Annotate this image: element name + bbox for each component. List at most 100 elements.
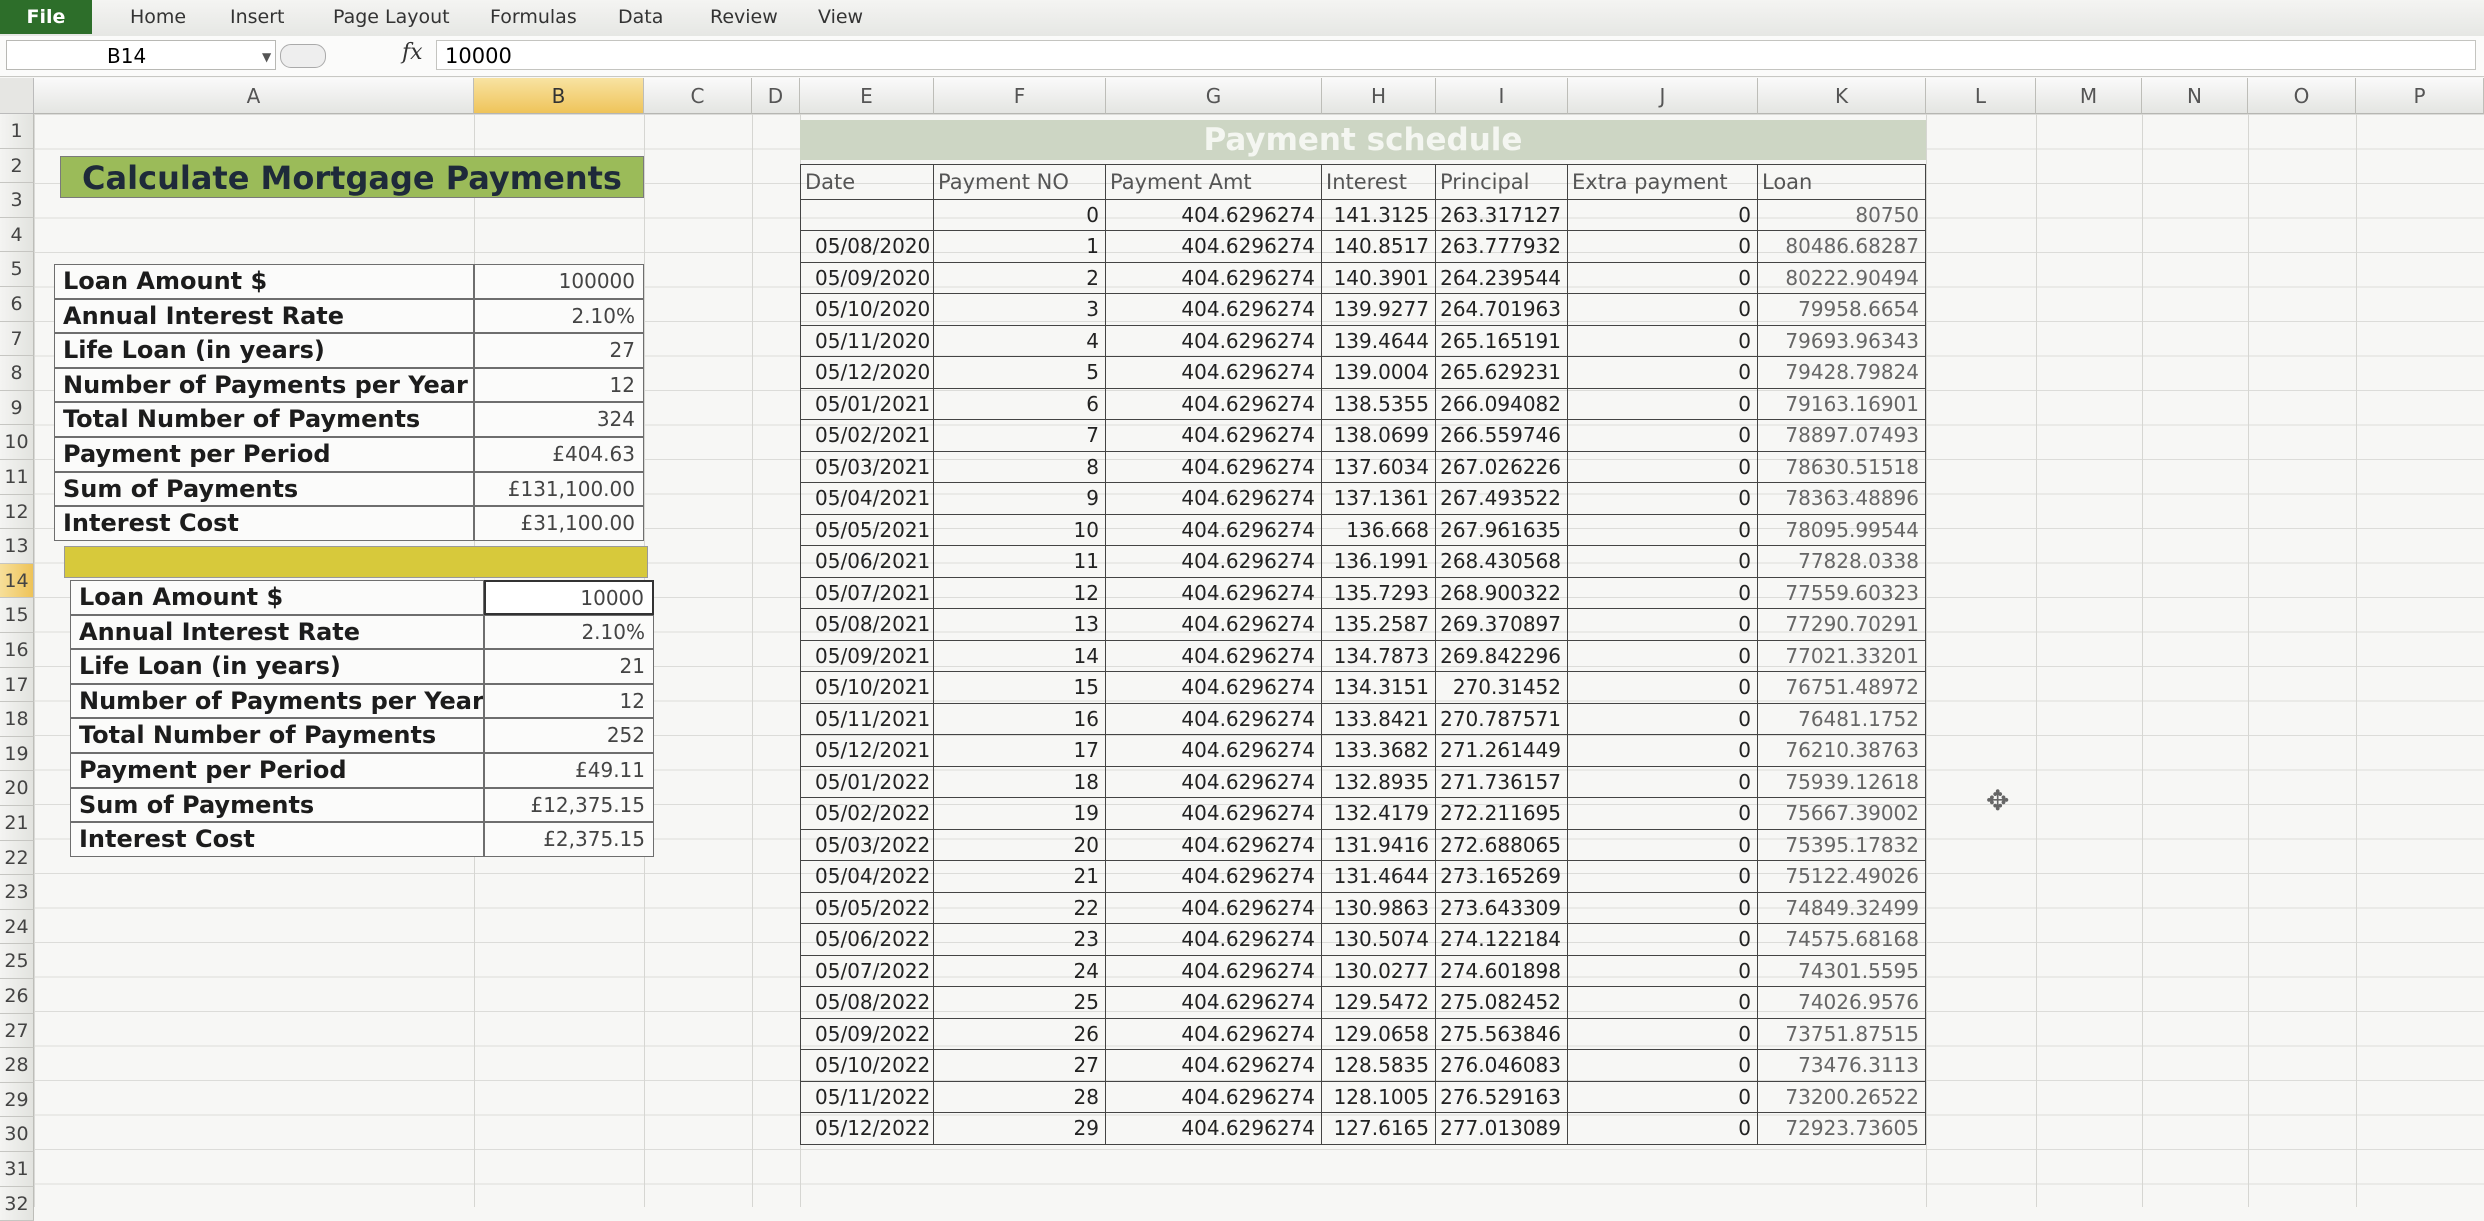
block2-label[interactable]: Annual Interest Rate [70,614,484,650]
cell-interest[interactable]: 131.4644 [1322,861,1436,893]
cell-date[interactable]: 05/06/2021 [800,546,934,578]
cell-payment-no[interactable]: 19 [934,798,1106,830]
col-header-a[interactable]: A [34,78,474,114]
header-interest[interactable]: Interest [1322,164,1436,200]
block1-label[interactable]: Life Loan (in years) [54,333,474,368]
cell-extra-payment[interactable]: 0 [1568,451,1758,483]
cell-principal[interactable]: 268.430568 [1436,546,1568,578]
cell-principal[interactable]: 273.165269 [1436,861,1568,893]
cell-extra-payment[interactable]: 0 [1568,955,1758,987]
cell-extra-payment[interactable]: 0 [1568,199,1758,231]
cell-extra-payment[interactable]: 0 [1568,1113,1758,1145]
cell-payment-amt[interactable]: 404.6296274 [1106,514,1322,546]
cell-extra-payment[interactable]: 0 [1568,483,1758,515]
cell-date[interactable]: 05/09/2020 [800,262,934,294]
cell-principal[interactable]: 273.643309 [1436,892,1568,924]
row-header-1[interactable]: 1 [0,114,34,149]
col-header-c[interactable]: C [644,78,752,114]
cell-date[interactable]: 05/07/2021 [800,577,934,609]
cell-interest[interactable]: 135.7293 [1322,577,1436,609]
cell-payment-amt[interactable]: 404.6296274 [1106,609,1322,641]
cell-loan[interactable]: 80750 [1758,199,1926,231]
row-header-3[interactable]: 3 [0,183,34,218]
cell-principal[interactable]: 277.013089 [1436,1113,1568,1145]
cell-payment-no[interactable]: 24 [934,955,1106,987]
cell-date[interactable]: 05/01/2022 [800,766,934,798]
cell-extra-payment[interactable]: 0 [1568,924,1758,956]
block1-label[interactable]: Loan Amount $ [54,264,474,299]
row-header-2[interactable]: 2 [0,148,34,184]
cell-payment-amt[interactable]: 404.6296274 [1106,199,1322,231]
cell-loan[interactable]: 77559.60323 [1758,577,1926,609]
cell-interest[interactable]: 133.3682 [1322,735,1436,767]
cell-date[interactable]: 05/05/2021 [800,514,934,546]
cell-loan[interactable]: 80486.68287 [1758,231,1926,263]
header-date[interactable]: Date [800,164,934,200]
col-header-h[interactable]: H [1322,78,1436,114]
tab-review[interactable]: Review [710,0,778,34]
cell-payment-no[interactable]: 17 [934,735,1106,767]
cell-extra-payment[interactable]: 0 [1568,1081,1758,1113]
cell-payment-no[interactable]: 15 [934,672,1106,704]
cell-payment-no[interactable]: 14 [934,640,1106,672]
cell-extra-payment[interactable]: 0 [1568,546,1758,578]
header-loan[interactable]: Loan [1758,164,1926,200]
cell-principal[interactable]: 263.317127 [1436,199,1568,231]
block2-label[interactable]: Payment per Period [70,753,484,788]
cell-interest[interactable]: 127.6165 [1322,1113,1436,1145]
cell-principal[interactable]: 272.688065 [1436,829,1568,861]
cell-loan[interactable]: 75122.49026 [1758,861,1926,893]
col-header-g[interactable]: G [1106,78,1322,114]
cell-interest[interactable]: 141.3125 [1322,199,1436,231]
cell-date[interactable]: 05/08/2021 [800,609,934,641]
cell-loan[interactable]: 78095.99544 [1758,514,1926,546]
cell-date[interactable]: 05/10/2020 [800,294,934,326]
row-header-32[interactable]: 32 [0,1186,34,1221]
cell-date[interactable]: 05/10/2022 [800,1050,934,1082]
chevron-down-icon[interactable]: ▼ [262,50,271,64]
cell-date[interactable]: 05/07/2022 [800,955,934,987]
cell-loan[interactable]: 75395.17832 [1758,829,1926,861]
cell-interest[interactable]: 138.5355 [1322,388,1436,420]
cell-payment-amt[interactable]: 404.6296274 [1106,388,1322,420]
cell-extra-payment[interactable]: 0 [1568,514,1758,546]
cell-interest[interactable]: 136.1991 [1322,546,1436,578]
formula-cancel-button[interactable] [280,44,326,68]
cell-interest[interactable]: 135.2587 [1322,609,1436,641]
cell-payment-amt[interactable]: 404.6296274 [1106,924,1322,956]
cell-extra-payment[interactable]: 0 [1568,577,1758,609]
cell-payment-amt[interactable]: 404.6296274 [1106,1081,1322,1113]
col-header-n[interactable]: N [2142,78,2248,114]
cell-extra-payment[interactable]: 0 [1568,703,1758,735]
highlighted-row[interactable] [64,546,648,578]
tab-view[interactable]: View [818,0,863,34]
cell-loan[interactable]: 74849.32499 [1758,892,1926,924]
cell-interest[interactable]: 129.5472 [1322,987,1436,1019]
cell-principal[interactable]: 267.961635 [1436,514,1568,546]
cell-extra-payment[interactable]: 0 [1568,987,1758,1019]
cell-extra-payment[interactable]: 0 [1568,262,1758,294]
cell-loan[interactable]: 79163.16901 [1758,388,1926,420]
cell-interest[interactable]: 137.6034 [1322,451,1436,483]
cell-payment-no[interactable]: 23 [934,924,1106,956]
cell-principal[interactable]: 266.559746 [1436,420,1568,452]
cell-loan[interactable]: 73476.3113 [1758,1050,1926,1082]
cell-payment-no[interactable]: 12 [934,577,1106,609]
cell-payment-amt[interactable]: 404.6296274 [1106,1018,1322,1050]
tab-formulas[interactable]: Formulas [490,0,577,34]
block2-label[interactable]: Life Loan (in years) [70,649,484,684]
block2-value[interactable]: £49.11 [484,753,654,788]
cell-date[interactable]: 05/09/2022 [800,1018,934,1050]
row-header-19[interactable]: 19 [0,736,34,772]
cell-loan[interactable]: 73200.26522 [1758,1081,1926,1113]
cell-payment-no[interactable]: 13 [934,609,1106,641]
row-header-9[interactable]: 9 [0,390,34,426]
cell-loan[interactable]: 77021.33201 [1758,640,1926,672]
cell-interest[interactable]: 139.9277 [1322,294,1436,326]
schedule-title[interactable]: Payment schedule [800,120,1926,160]
cell-interest[interactable]: 132.4179 [1322,798,1436,830]
row-header-5[interactable]: 5 [0,252,34,287]
col-header-o[interactable]: O [2248,78,2356,114]
tab-insert[interactable]: Insert [230,0,285,34]
row-header-14[interactable]: 14 [0,563,34,599]
